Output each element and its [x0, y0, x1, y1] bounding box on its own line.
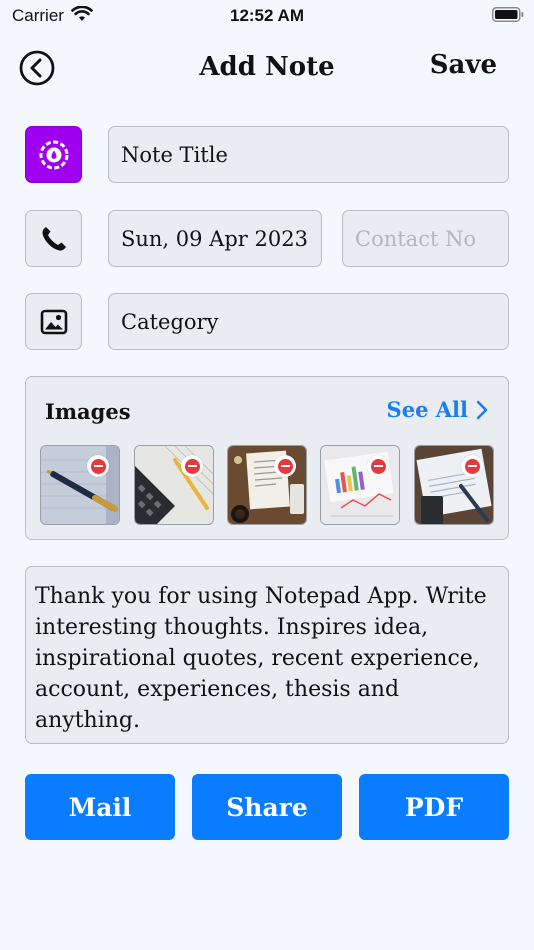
phone-button[interactable]	[25, 210, 82, 267]
image-thumbnail[interactable]	[320, 445, 400, 525]
status-bar: Carrier 12:52 AM	[0, 0, 534, 32]
remove-icon[interactable]	[181, 455, 203, 477]
note-body-textarea[interactable]: Thank you for using Notepad App. Write i…	[25, 566, 509, 744]
remove-icon[interactable]	[274, 455, 296, 477]
mail-button[interactable]: Mail	[25, 774, 175, 840]
nav-bar: Add Note Save	[0, 44, 534, 92]
category-field[interactable]: Category	[108, 293, 509, 350]
remove-icon[interactable]	[87, 455, 109, 477]
note-title-field[interactable]: Note Title	[108, 126, 509, 183]
image-thumbnail[interactable]	[227, 445, 307, 525]
contact-placeholder: Contact No	[355, 226, 477, 251]
save-button[interactable]: Save	[430, 50, 497, 80]
remove-icon[interactable]	[367, 455, 389, 477]
status-time: 12:52 AM	[229, 6, 304, 25]
image-icon	[40, 309, 67, 334]
invoice-photo	[415, 446, 493, 524]
battery-icon	[492, 7, 524, 27]
date-value: Sun, 09 Apr 2023	[121, 226, 308, 251]
charts-photo	[321, 446, 399, 524]
calculator-photo	[135, 446, 213, 524]
image-thumbnail[interactable]	[40, 445, 120, 525]
contact-field[interactable]: Contact No	[342, 210, 509, 267]
color-picker-button[interactable]	[25, 126, 82, 183]
pdf-button[interactable]: PDF	[359, 774, 509, 840]
share-button[interactable]: Share	[192, 774, 342, 840]
remove-icon[interactable]	[461, 455, 483, 477]
add-image-button[interactable]	[25, 293, 82, 350]
images-panel: Images See All	[25, 376, 509, 540]
chevron-right-icon	[476, 400, 488, 419]
category-value: Category	[121, 309, 219, 334]
date-field[interactable]: Sun, 09 Apr 2023	[108, 210, 322, 267]
see-all-link[interactable]: See All	[387, 397, 488, 422]
images-heading: Images	[45, 399, 131, 424]
see-all-label: See All	[386, 397, 468, 422]
phone-icon	[41, 226, 66, 251]
image-thumbnail[interactable]	[134, 445, 214, 525]
color-palette-icon	[39, 140, 68, 169]
image-thumbnail[interactable]	[414, 445, 494, 525]
note-title-value: Note Title	[121, 142, 228, 167]
pen-photo	[41, 446, 119, 524]
documents-photo	[228, 446, 306, 524]
